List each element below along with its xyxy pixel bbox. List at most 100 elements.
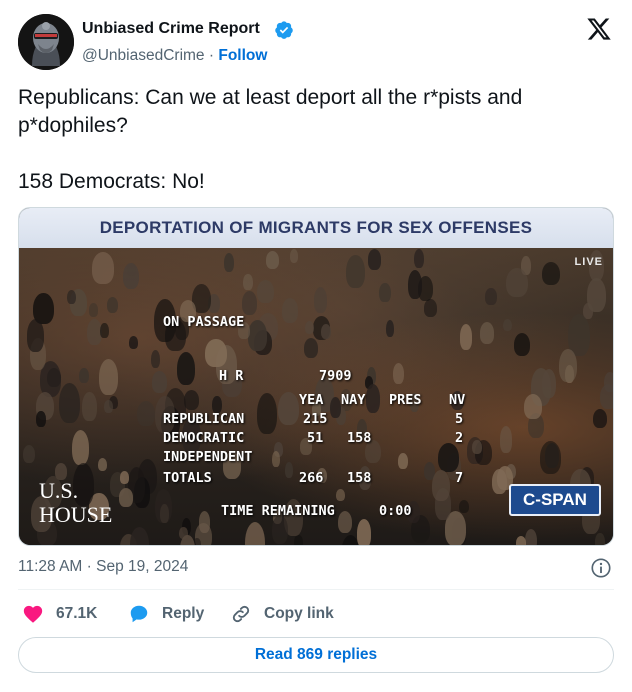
row-nv: 2 bbox=[455, 430, 464, 446]
crowd-figure bbox=[305, 320, 315, 334]
crowd-figure bbox=[154, 488, 172, 524]
crowd-figure bbox=[177, 352, 196, 385]
link-icon bbox=[232, 605, 250, 623]
col-pres: PRES bbox=[389, 392, 422, 408]
crowd-figure bbox=[244, 522, 265, 545]
crowd-figure bbox=[257, 393, 277, 435]
crowd-figure bbox=[559, 349, 577, 383]
crowd-figure bbox=[92, 252, 115, 284]
crowd-figure bbox=[356, 519, 372, 545]
hr-number: 7909 bbox=[319, 368, 352, 384]
crowd-figure bbox=[183, 389, 199, 410]
crowd-figure bbox=[379, 282, 391, 303]
house-logo-line2: HOUSE bbox=[39, 502, 113, 527]
row-nv: 5 bbox=[455, 411, 464, 427]
row-nay: 158 bbox=[347, 430, 372, 446]
crowd-figure bbox=[71, 430, 89, 466]
row-yea: 266 bbox=[299, 470, 324, 486]
crowd-figure bbox=[524, 394, 542, 420]
crowd-figure bbox=[281, 297, 299, 324]
divider bbox=[18, 589, 614, 590]
crowd-figure bbox=[23, 444, 36, 463]
row-nay: 158 bbox=[347, 470, 372, 486]
row-party: REPUBLICAN bbox=[163, 411, 245, 427]
col-nay: NAY bbox=[341, 392, 366, 408]
crowd-figure bbox=[539, 441, 562, 474]
crowd-figure bbox=[100, 322, 109, 338]
crowd-figure bbox=[180, 534, 196, 545]
crowd-figure bbox=[413, 248, 424, 269]
crowd-figure bbox=[367, 248, 382, 270]
row-party: INDEPENDENT bbox=[163, 449, 253, 465]
crowd-figure bbox=[36, 411, 46, 428]
cspan-logo: C-SPAN bbox=[509, 484, 601, 516]
row-yea: 215 bbox=[303, 411, 328, 427]
crowd-figure bbox=[595, 533, 605, 545]
crowd-figure bbox=[479, 322, 495, 344]
like-count: 67.1K bbox=[56, 605, 98, 622]
reply-label: Reply bbox=[162, 605, 205, 622]
avatar-robot-image bbox=[18, 14, 74, 70]
tweet-timestamp[interactable]: 11:28 AM · Sep 19, 2024 bbox=[18, 558, 188, 576]
crowd-figure bbox=[79, 367, 89, 383]
verified-badge-icon[interactable] bbox=[274, 20, 294, 40]
live-label: LIVE bbox=[574, 256, 603, 268]
row-yea: 51 bbox=[307, 430, 324, 446]
row-nv: 7 bbox=[455, 470, 464, 486]
col-nv: NV bbox=[449, 392, 466, 408]
crowd-figure bbox=[424, 299, 438, 317]
crowd-figure bbox=[506, 267, 528, 298]
time-remaining-label: TIME REMAINING bbox=[221, 503, 335, 519]
info-icon[interactable] bbox=[590, 557, 612, 579]
crowd-figure bbox=[346, 254, 365, 289]
x-logo-icon[interactable] bbox=[586, 16, 612, 42]
house-chamber-scene: LIVE ON PASSAGE H R 7909 YEA NAY PRES NV… bbox=[19, 248, 613, 545]
action-bar: 67.1K Reply Copy link bbox=[18, 600, 614, 628]
crowd-figure bbox=[106, 296, 118, 313]
tweet-header: Unbiased Crime Report @UnbiasedCrime · F… bbox=[18, 14, 614, 74]
crowd-figure bbox=[459, 499, 470, 513]
row-party: DEMOCRATIC bbox=[163, 430, 245, 446]
crowd-figure bbox=[104, 399, 113, 413]
crowd-figure bbox=[82, 391, 97, 421]
crowd-figure bbox=[67, 289, 77, 305]
crowd-figure bbox=[265, 251, 280, 270]
crowd-figure bbox=[256, 279, 274, 303]
crowd-figure bbox=[321, 324, 332, 340]
crowd-figure bbox=[502, 318, 513, 332]
crowd-figure bbox=[247, 320, 268, 351]
crowd-figure bbox=[485, 287, 497, 305]
row-party: TOTALS bbox=[163, 470, 212, 486]
crowd-figure bbox=[515, 536, 526, 545]
crowd-figure bbox=[59, 382, 81, 424]
crowd-figure bbox=[303, 337, 319, 359]
media-banner-title: DEPORTATION OF MIGRANTS FOR SEX OFFENSES bbox=[99, 218, 533, 237]
crowd-figure bbox=[600, 383, 613, 410]
crowd-figure bbox=[525, 528, 538, 545]
us-house-logo: U.S. HOUSE bbox=[35, 478, 135, 534]
crowd-figure bbox=[472, 440, 482, 455]
copy-link-button[interactable]: Copy link bbox=[230, 600, 334, 628]
crowd-figure bbox=[491, 469, 508, 495]
follow-button[interactable]: Follow bbox=[218, 47, 267, 64]
crowd-figure bbox=[438, 443, 459, 473]
crowd-figure bbox=[26, 319, 45, 352]
tweet-media-image[interactable]: DEPORTATION OF MIGRANTS FOR SEX OFFENSES… bbox=[18, 207, 614, 546]
crowd-figure bbox=[337, 510, 352, 534]
crowd-figure bbox=[242, 291, 257, 316]
crowd-figure bbox=[88, 303, 99, 317]
handle-separator: · bbox=[208, 47, 215, 64]
crowd-figure bbox=[365, 384, 380, 413]
crowd-figure bbox=[152, 371, 167, 393]
author-handle[interactable]: @UnbiasedCrime bbox=[82, 47, 205, 64]
author-name[interactable]: Unbiased Crime Report bbox=[82, 20, 260, 38]
heart-icon bbox=[23, 605, 43, 623]
avatar[interactable] bbox=[18, 14, 74, 70]
reply-button[interactable]: Reply bbox=[128, 600, 204, 628]
like-button[interactable]: 67.1K bbox=[22, 600, 97, 628]
crowd-figure bbox=[294, 535, 304, 545]
time-remaining-value: 0:00 bbox=[379, 503, 412, 519]
read-replies-button[interactable]: Read 869 replies bbox=[18, 637, 614, 673]
hr-label: H R bbox=[219, 368, 244, 384]
crowd-figure bbox=[289, 249, 298, 263]
